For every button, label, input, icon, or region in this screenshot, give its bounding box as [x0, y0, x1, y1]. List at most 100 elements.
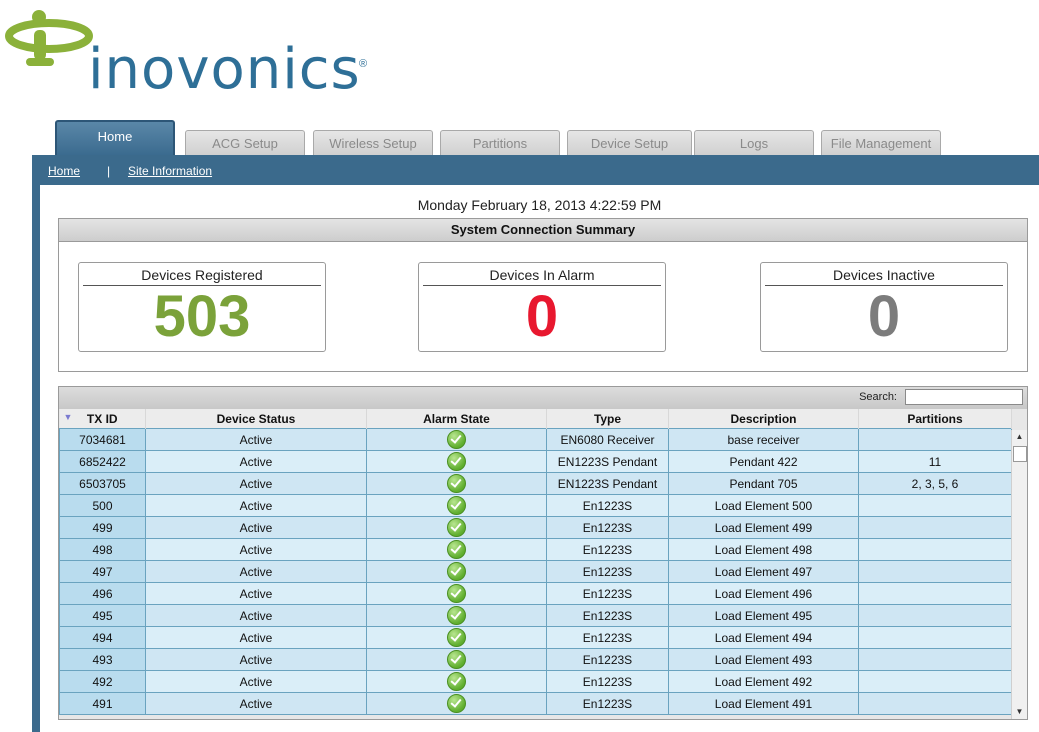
- cell-description: Load Element 495: [668, 604, 859, 627]
- cell-alarm-state: [366, 516, 547, 539]
- cell-tx-id: 495: [59, 604, 146, 627]
- scroll-down-arrow-icon[interactable]: ▼: [1012, 705, 1027, 719]
- cell-alarm-state: [366, 450, 547, 473]
- cell-tx-id: 494: [59, 626, 146, 649]
- cell-device-status: Active: [145, 582, 367, 605]
- cell-type: EN1223S Pendant: [546, 450, 669, 473]
- scroll-up-arrow-icon[interactable]: ▲: [1012, 430, 1027, 444]
- cell-description: Load Element 498: [668, 538, 859, 561]
- cell-device-status: Active: [145, 626, 367, 649]
- table-row[interactable]: 494 Active En1223S Load Element 494: [59, 626, 1012, 649]
- tab-logs[interactable]: Logs: [694, 130, 814, 156]
- tab-home[interactable]: Home: [55, 120, 175, 156]
- scroll-thumb[interactable]: [1013, 446, 1027, 462]
- cell-device-status: Active: [145, 516, 367, 539]
- cell-tx-id: 497: [59, 560, 146, 583]
- tab-device-setup[interactable]: Device Setup: [567, 130, 692, 156]
- devices-inactive-card: Devices Inactive 0: [760, 262, 1008, 352]
- cell-device-status: Active: [145, 538, 367, 561]
- cell-type: En1223S: [546, 626, 669, 649]
- column-header-description[interactable]: Description: [668, 409, 859, 429]
- system-connection-summary: System Connection Summary Devices Regist…: [58, 218, 1028, 372]
- check-ok-icon: [447, 562, 466, 581]
- cell-type: EN6080 Receiver: [546, 428, 669, 451]
- main-tabs: Home ACG Setup Wireless Setup Partitions…: [55, 120, 1039, 156]
- content-area: Monday February 18, 2013 4:22:59 PM Syst…: [40, 185, 1039, 732]
- cell-device-status: Active: [145, 428, 367, 451]
- cell-alarm-state: [366, 428, 547, 451]
- breadcrumb-site-information-link[interactable]: Site Information: [128, 164, 212, 178]
- cell-tx-id: 496: [59, 582, 146, 605]
- devices-registered-card: Devices Registered 503: [78, 262, 326, 352]
- table-row[interactable]: 491 Active En1223S Load Element 491: [59, 692, 1012, 715]
- devices-registered-count: 503: [153, 284, 251, 349]
- cell-tx-id: 492: [59, 670, 146, 693]
- cell-device-status: Active: [145, 560, 367, 583]
- cell-partitions: 11: [858, 450, 1012, 473]
- column-header-device-status[interactable]: Device Status: [145, 409, 367, 429]
- table-row[interactable]: 499 Active En1223S Load Element 499: [59, 516, 1012, 539]
- cell-device-status: Active: [145, 450, 367, 473]
- check-ok-icon: [447, 474, 466, 493]
- devices-table: ▼ TX ID Device Status Alarm State Type De…: [59, 409, 1012, 715]
- devices-table-body: 7034681 Active EN6080 Receiver base receive…: [59, 428, 1012, 715]
- table-row[interactable]: 7034681 Active EN6080 Receiver base receive…: [59, 428, 1012, 451]
- table-row[interactable]: 6852422 Active EN1223S Pendant Pendant 422 1…: [59, 450, 1012, 473]
- breadcrumb-home-link[interactable]: Home: [48, 164, 80, 178]
- cell-partitions: [858, 494, 1012, 517]
- cell-alarm-state: [366, 560, 547, 583]
- cell-type: En1223S: [546, 604, 669, 627]
- cell-type: En1223S: [546, 538, 669, 561]
- cell-tx-id: 6852422: [59, 450, 146, 473]
- cell-type: En1223S: [546, 692, 669, 715]
- tab-file-management[interactable]: File Management: [821, 130, 941, 156]
- table-row[interactable]: 492 Active En1223S Load Element 492: [59, 670, 1012, 693]
- tab-acg-setup[interactable]: ACG Setup: [185, 130, 305, 156]
- devices-inactive-count: 0: [867, 284, 901, 349]
- column-header-partitions[interactable]: Partitions: [858, 409, 1012, 429]
- registered-mark: ®: [359, 58, 368, 70]
- column-header-type[interactable]: Type: [546, 409, 669, 429]
- cell-device-status: Active: [145, 670, 367, 693]
- check-ok-icon: [447, 430, 466, 449]
- column-header-tx-id[interactable]: ▼ TX ID: [59, 409, 146, 429]
- cell-alarm-state: [366, 538, 547, 561]
- cell-description: Pendant 705: [668, 472, 859, 495]
- table-row[interactable]: 6503705 Active EN1223S Pendant Pendant 705 2…: [59, 472, 1012, 495]
- cell-description: Load Element 493: [668, 648, 859, 671]
- cell-alarm-state: [366, 582, 547, 605]
- cell-device-status: Active: [145, 604, 367, 627]
- logo-mark-icon: [5, 10, 93, 66]
- inovonics-logo: inovonics ®: [0, 0, 420, 110]
- check-ok-icon: [447, 606, 466, 625]
- table-row[interactable]: 493 Active En1223S Load Element 493: [59, 648, 1012, 671]
- cell-description: Load Element 494: [668, 626, 859, 649]
- table-toolbar: Search:: [59, 387, 1027, 409]
- tab-partitions[interactable]: Partitions: [440, 130, 560, 156]
- breadcrumb: Home | Site Information: [32, 155, 1039, 183]
- table-row[interactable]: 496 Active En1223S Load Element 496: [59, 582, 1012, 605]
- cell-type: En1223S: [546, 516, 669, 539]
- column-header-alarm-state[interactable]: Alarm State: [366, 409, 547, 429]
- cell-type: EN1223S Pendant: [546, 472, 669, 495]
- logo-wordmark: inovonics: [88, 37, 361, 102]
- cell-type: En1223S: [546, 670, 669, 693]
- cell-partitions: [858, 582, 1012, 605]
- table-row[interactable]: 500 Active En1223S Load Element 500: [59, 494, 1012, 517]
- table-scrollbar[interactable]: ▲ ▼: [1011, 430, 1027, 719]
- devices-table-panel: Search: ▼ TX ID Device Status Alarm State…: [58, 386, 1028, 720]
- table-row[interactable]: 497 Active En1223S Load Element 497: [59, 560, 1012, 583]
- table-row[interactable]: 498 Active En1223S Load Element 498: [59, 538, 1012, 561]
- cell-description: base receiver: [668, 428, 859, 451]
- table-row[interactable]: 495 Active En1223S Load Element 495: [59, 604, 1012, 627]
- cell-partitions: [858, 648, 1012, 671]
- devices-in-alarm-card: Devices In Alarm 0: [418, 262, 666, 352]
- cell-alarm-state: [366, 648, 547, 671]
- tab-wireless-setup[interactable]: Wireless Setup: [313, 130, 433, 156]
- cell-tx-id: 493: [59, 648, 146, 671]
- check-ok-icon: [447, 496, 466, 515]
- cell-alarm-state: [366, 670, 547, 693]
- search-input[interactable]: [905, 389, 1023, 405]
- check-ok-icon: [447, 518, 466, 537]
- cell-partitions: [858, 692, 1012, 715]
